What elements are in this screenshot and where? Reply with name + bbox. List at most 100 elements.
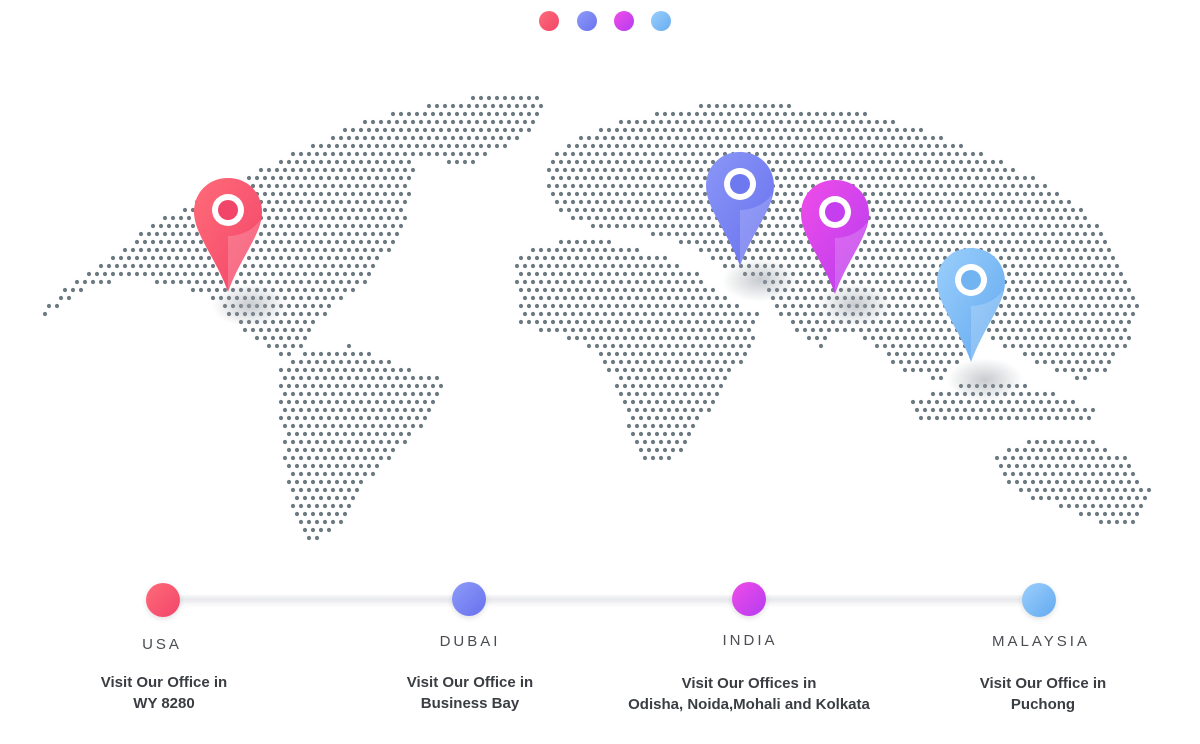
map-dot: [1118, 319, 1124, 325]
timeline-line: [163, 595, 1038, 603]
map-dot: [662, 223, 668, 229]
map-dot: [710, 335, 716, 341]
map-dot: [1038, 223, 1044, 229]
map-dot: [666, 439, 672, 445]
map-dot: [294, 303, 300, 309]
map-dot: [358, 351, 364, 357]
map-dot: [370, 183, 376, 189]
map-dot: [382, 431, 388, 437]
map-dot: [286, 415, 292, 421]
map-dot: [666, 279, 672, 285]
map-dot: [370, 151, 376, 157]
map-dot: [642, 183, 648, 189]
map-dot: [786, 199, 792, 205]
map-dot: [182, 255, 188, 261]
map-dot: [638, 447, 644, 453]
map-dot: [1010, 183, 1016, 189]
map-dot: [910, 223, 916, 229]
map-dot: [674, 391, 680, 397]
map-dot: [682, 119, 688, 125]
map-dot: [270, 191, 276, 197]
map-dot: [170, 279, 176, 285]
map-dot: [870, 191, 876, 197]
map-dot: [1114, 471, 1120, 477]
map-dot: [962, 151, 968, 157]
map-dot: [978, 183, 984, 189]
map-dot: [902, 175, 908, 181]
location-pin-icon-malaysia[interactable]: [935, 246, 1007, 364]
timeline-dot-malaysia[interactable]: [1022, 583, 1056, 617]
map-dot: [646, 127, 652, 133]
map-dot: [1074, 311, 1080, 317]
map-dot: [346, 231, 352, 237]
map-dot: [358, 143, 364, 149]
map-dot: [182, 223, 188, 229]
map-dot: [626, 295, 632, 301]
map-dot: [942, 175, 948, 181]
map-dot: [1050, 279, 1056, 285]
map-dot: [1082, 215, 1088, 221]
map-dot: [974, 175, 980, 181]
map-dot: [930, 215, 936, 221]
map-dot: [826, 151, 832, 157]
map-dot: [394, 151, 400, 157]
map-dot: [878, 255, 884, 261]
map-dot: [1086, 287, 1092, 293]
timeline-dot-india[interactable]: [732, 582, 766, 616]
map-dot: [322, 247, 328, 253]
map-dot: [682, 375, 688, 381]
map-dot: [374, 159, 380, 165]
map-dot: [698, 375, 704, 381]
map-dot: [958, 223, 964, 229]
map-dot: [1070, 479, 1076, 485]
map-dot: [502, 127, 508, 133]
location-pin-icon-dubai[interactable]: [704, 150, 776, 268]
map-dot: [1054, 271, 1060, 277]
map-dot: [890, 183, 896, 189]
map-dot: [786, 119, 792, 125]
map-dot: [910, 255, 916, 261]
top-dot-malaysia[interactable]: [651, 11, 671, 31]
map-dot: [314, 183, 320, 189]
map-dot: [810, 151, 816, 157]
top-dot-usa[interactable]: [539, 11, 559, 31]
pin-shadow: [947, 358, 1023, 402]
map-dot: [822, 143, 828, 149]
map-dot: [470, 159, 476, 165]
map-dot: [310, 495, 316, 501]
map-dot: [1070, 271, 1076, 277]
map-dot: [878, 271, 884, 277]
location-pin-icon-usa[interactable]: [192, 176, 264, 294]
map-dot: [606, 303, 612, 309]
map-dot: [182, 271, 188, 277]
map-dot: [502, 111, 508, 117]
map-dot: [1086, 239, 1092, 245]
timeline-dot-dubai[interactable]: [452, 582, 486, 616]
map-dot: [846, 159, 852, 165]
map-dot: [334, 271, 340, 277]
map-dot: [874, 167, 880, 173]
map-dot: [598, 143, 604, 149]
map-dot: [902, 303, 908, 309]
map-dot: [554, 151, 560, 157]
map-dot: [1078, 415, 1084, 421]
map-dot: [498, 119, 504, 125]
map-dot: [482, 103, 488, 109]
map-dot: [634, 343, 640, 349]
top-dot-india[interactable]: [614, 11, 634, 31]
map-dot: [766, 111, 772, 117]
location-pin-icon-india[interactable]: [799, 178, 871, 296]
map-dot: [370, 199, 376, 205]
map-dot: [1034, 327, 1040, 333]
timeline-dot-usa[interactable]: [146, 583, 180, 617]
map-dot: [1014, 303, 1020, 309]
map-dot: [378, 359, 384, 365]
map-dot: [1130, 487, 1136, 493]
map-dot: [350, 175, 356, 181]
map-dot: [310, 207, 316, 213]
map-dot: [894, 335, 900, 341]
map-dot: [926, 335, 932, 341]
map-dot: [382, 127, 388, 133]
map-dot: [278, 207, 284, 213]
top-dot-dubai[interactable]: [577, 11, 597, 31]
